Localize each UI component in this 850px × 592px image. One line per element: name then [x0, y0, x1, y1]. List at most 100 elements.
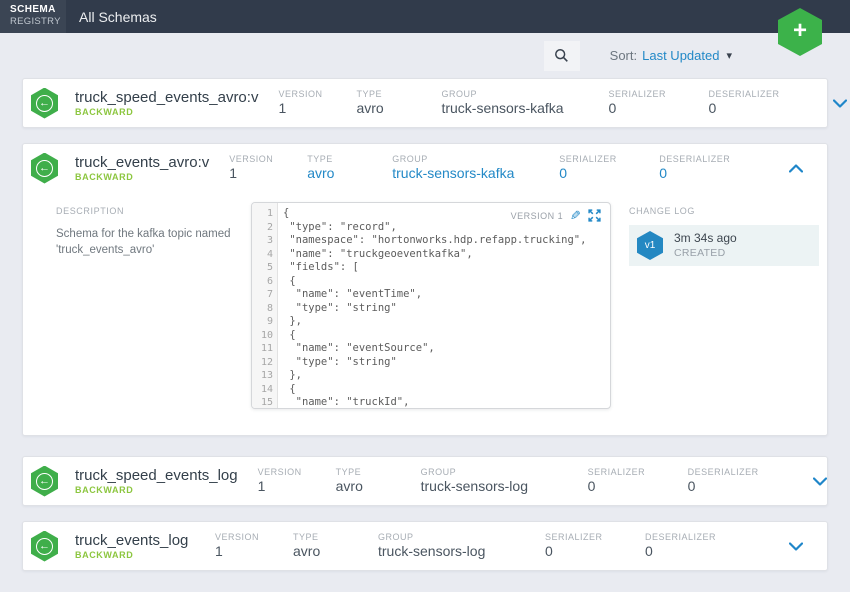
serializer-value: 0 — [608, 100, 708, 117]
compatibility-badge: BACKWARD — [75, 484, 238, 496]
schema-card-header[interactable]: ← truck_events_log BACKWARD VERSION1 TYP… — [23, 522, 827, 570]
toolbar: Sort: Last Updated ▾ — [0, 33, 850, 78]
top-navbar: SCHEMA REGISTRY All Schemas — [0, 0, 850, 33]
code-editor-lines: { "type": "record", "namespace": "horton… — [278, 203, 610, 408]
backward-compat-hexagon-icon: ← — [31, 531, 58, 562]
serializer-value: 0 — [559, 165, 659, 182]
search-button[interactable] — [544, 41, 580, 71]
edit-pencil-icon[interactable]: ✎ — [570, 209, 581, 222]
deserializer-value: 0 — [645, 543, 770, 560]
schema-code-viewer[interactable]: 123456789101112131415 { "type": "record"… — [251, 202, 611, 409]
logo-line-2: REGISTRY — [10, 16, 66, 27]
back-arrow-icon: ← — [36, 95, 53, 112]
logo-line-1: SCHEMA — [10, 4, 66, 16]
type-value: avro — [356, 100, 441, 117]
changelog-action: CREATED — [674, 246, 737, 260]
version-value: 1 — [258, 478, 336, 495]
compatibility-badge: BACKWARD — [75, 171, 209, 183]
schema-card-truck-events-avro: ← truck_events_avro:v BACKWARD VERSION1 … — [22, 143, 828, 436]
app-logo[interactable]: SCHEMA REGISTRY — [0, 0, 66, 33]
group-value: truck-sensors-kafka — [441, 100, 608, 117]
group-label: GROUP — [421, 467, 588, 478]
group-value: truck-sensors-log — [378, 543, 545, 560]
compatibility-badge: BACKWARD — [75, 549, 195, 561]
deserializer-value: 0 — [688, 478, 813, 495]
type-value: avro — [336, 478, 421, 495]
deserializer-label: DESERIALIZER — [708, 89, 833, 100]
type-label: TYPE — [356, 89, 441, 100]
schema-title-block: truck_events_avro:v BACKWARD — [75, 154, 229, 183]
group-label: GROUP — [378, 532, 545, 543]
version-value: 1 — [229, 165, 307, 182]
sort-label: Sort: — [610, 48, 637, 63]
schema-name: truck_speed_events_log — [75, 467, 238, 484]
description-text: Schema for the kafka topic named 'truck_… — [56, 226, 236, 258]
schema-title-block: truck_events_log BACKWARD — [75, 532, 215, 561]
version-value: 1 — [215, 543, 293, 560]
sort-dropdown[interactable]: Sort: Last Updated ▾ — [610, 48, 732, 63]
sort-value: Last Updated — [642, 48, 719, 63]
type-value: avro — [293, 543, 378, 560]
backward-compat-hexagon-icon: ← — [31, 466, 58, 497]
plus-icon: + — [793, 19, 807, 43]
deserializer-value: 0 — [708, 100, 833, 117]
backward-compat-hexagon-icon: ← — [31, 153, 58, 184]
backward-compat-hexagon-icon: ← — [31, 88, 58, 119]
schema-title-block: truck_speed_events_avro:v BACKWARD — [75, 89, 278, 118]
expand-fullscreen-icon[interactable] — [588, 209, 601, 222]
serializer-label: SERIALIZER — [608, 89, 708, 100]
schema-name: truck_events_log — [75, 532, 195, 549]
type-label: TYPE — [307, 154, 392, 165]
serializer-label: SERIALIZER — [588, 467, 688, 478]
version-hexagon-badge: v1 — [637, 231, 663, 260]
code-version-label: VERSION 1 — [511, 211, 564, 221]
schema-name: truck_speed_events_avro:v — [75, 89, 258, 106]
group-label: GROUP — [441, 89, 608, 100]
page-title: All Schemas — [79, 0, 157, 33]
serializer-label: SERIALIZER — [559, 154, 659, 165]
schema-name: truck_events_avro:v — [75, 154, 209, 171]
chevron-up-icon[interactable] — [789, 164, 803, 173]
changelog-time: 3m 34s ago — [674, 231, 737, 246]
deserializer-label: DESERIALIZER — [688, 467, 813, 478]
schema-title-block: truck_speed_events_log BACKWARD — [75, 467, 258, 496]
chevron-down-icon[interactable] — [833, 99, 847, 108]
deserializer-label: DESERIALIZER — [645, 532, 770, 543]
deserializer-value: 0 — [659, 165, 784, 182]
schema-list: ← truck_speed_events_avro:v BACKWARD VER… — [0, 78, 850, 571]
chevron-down-icon[interactable] — [789, 542, 803, 551]
search-icon — [554, 48, 569, 63]
changelog-label: CHANGE LOG — [629, 206, 819, 216]
schema-card-truck-events-log: ← truck_events_log BACKWARD VERSION1 TYP… — [22, 521, 828, 571]
schema-card-truck-speed-events-log: ← truck_speed_events_log BACKWARD VERSIO… — [22, 456, 828, 506]
type-label: TYPE — [293, 532, 378, 543]
version-label: VERSION — [258, 467, 336, 478]
back-arrow-icon: ← — [36, 473, 53, 490]
version-label: VERSION — [215, 532, 293, 543]
group-value: truck-sensors-kafka — [392, 165, 559, 182]
schema-card-header[interactable]: ← truck_events_avro:v BACKWARD VERSION1 … — [23, 144, 827, 192]
schema-card-expanded-body: DESCRIPTION Schema for the kafka topic n… — [23, 192, 827, 435]
description-section: DESCRIPTION Schema for the kafka topic n… — [56, 206, 236, 258]
back-arrow-icon: ← — [36, 538, 53, 555]
schema-card-header[interactable]: ← truck_speed_events_avro:v BACKWARD VER… — [23, 79, 827, 127]
group-value: truck-sensors-log — [421, 478, 588, 495]
version-value: 1 — [278, 100, 356, 117]
changelog-entry[interactable]: v1 3m 34s ago CREATED — [629, 225, 819, 266]
compatibility-badge: BACKWARD — [75, 106, 258, 118]
serializer-value: 0 — [588, 478, 688, 495]
version-label: VERSION — [278, 89, 356, 100]
schema-card-header[interactable]: ← truck_speed_events_log BACKWARD VERSIO… — [23, 457, 827, 505]
code-editor-gutter: 123456789101112131415 — [252, 203, 278, 408]
deserializer-label: DESERIALIZER — [659, 154, 784, 165]
serializer-label: SERIALIZER — [545, 532, 645, 543]
caret-down-icon: ▾ — [726, 49, 732, 62]
schema-card-truck-speed-events-avro: ← truck_speed_events_avro:v BACKWARD VER… — [22, 78, 828, 128]
serializer-value: 0 — [545, 543, 645, 560]
chevron-down-icon[interactable] — [813, 477, 827, 486]
description-label: DESCRIPTION — [56, 206, 236, 216]
type-value: avro — [307, 165, 392, 182]
group-label: GROUP — [392, 154, 559, 165]
changelog-section: CHANGE LOG v1 3m 34s ago CREATED — [629, 206, 819, 266]
type-label: TYPE — [336, 467, 421, 478]
